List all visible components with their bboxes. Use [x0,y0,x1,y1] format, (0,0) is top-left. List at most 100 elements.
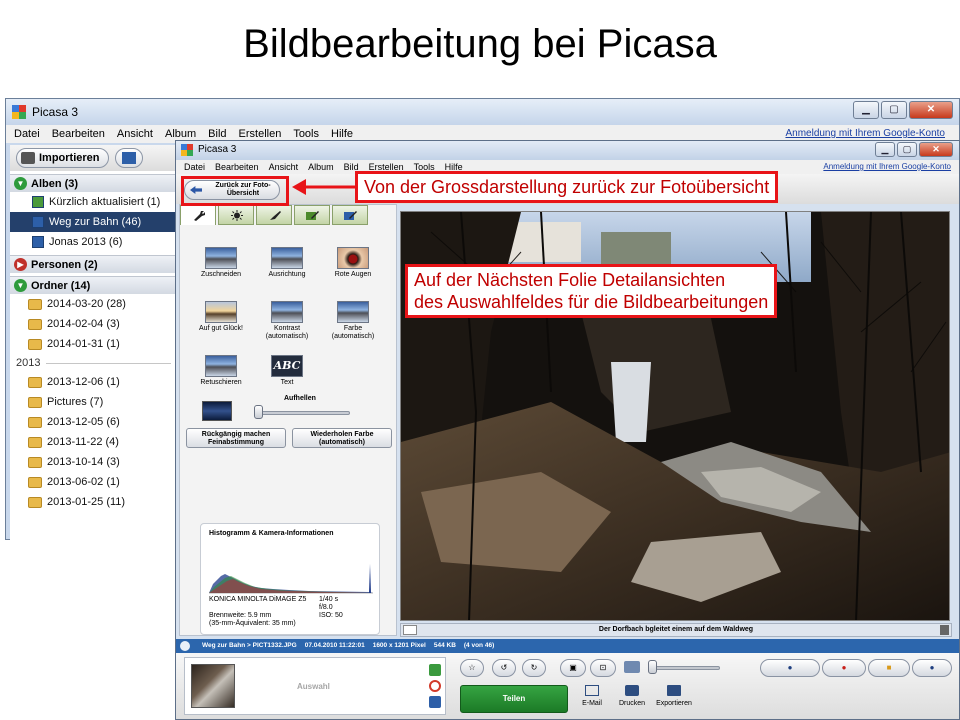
menu-album[interactable]: Album [165,128,196,140]
google-login-link[interactable]: Anmeldung mit Ihrem Google-Konto [823,162,951,171]
add-to-album-icon[interactable] [429,696,441,708]
folders-section-header[interactable]: ▼ Ordner (14) [10,276,177,294]
google-login-link[interactable]: Anmeldung mit Ihrem Google-Konto [785,128,945,139]
fit-icon: ▣ [569,663,577,672]
redo-button[interactable]: Wiederholen Farbe (automatisch) [292,428,392,448]
star-button[interactable]: ☆ [460,659,484,677]
album-label: Jonas 2013 (6) [49,236,123,248]
retouch-tool[interactable]: Retuschieren [190,355,252,395]
collapse-tray-icon[interactable] [180,641,190,651]
info-button[interactable]: ● [912,659,952,677]
iso-value: ISO: 50 [319,612,343,619]
menu-bild[interactable]: Bild [208,128,226,140]
caption-toggle-icon[interactable] [403,625,417,635]
tab-effects-2[interactable] [294,205,330,225]
text-thumb-icon: ABC [271,355,303,377]
undo-button[interactable]: Rückgängig machen Feinabstimmung [186,428,286,448]
feeling-lucky-tool[interactable]: Auf gut Glück! [190,301,252,341]
tab-effects-1[interactable] [256,205,292,225]
text-tool[interactable]: ABC Text [256,355,318,395]
minimize-button[interactable]: ▁ [853,101,879,119]
tags-button[interactable]: ■ [868,659,910,677]
folder-item[interactable]: 2013-12-05 (6) [10,412,177,432]
people-button[interactable]: ● [760,659,820,677]
folder-item[interactable]: 2013-10-14 (3) [10,452,177,472]
geotag-button[interactable]: ● [822,659,866,677]
close-button[interactable]: ✕ [919,142,953,157]
sidebar-toolbar: Importieren [10,145,177,171]
pin-icon[interactable] [429,664,441,676]
collapse-icon: ▼ [14,279,27,292]
maximize-button[interactable]: ▢ [897,142,917,157]
trash-icon[interactable] [940,625,949,635]
folder-item[interactable]: 2013-06-02 (1) [10,472,177,492]
rotate-left-button[interactable]: ↺ [492,659,516,677]
zoom-icon [624,661,640,673]
email-label: E-Mail [582,700,602,707]
folder-icon [28,416,42,428]
folder-item[interactable]: 2014-03-20 (28) [10,294,177,314]
people-section-header[interactable]: ▶ Personen (2) [10,255,177,273]
tool-label: Zuschneiden [200,271,242,278]
red-eye-tool[interactable]: Rote Augen [322,247,384,287]
auto-color-tool[interactable]: Farbe (automatisch) [322,301,384,341]
folder-item[interactable]: 2013-12-06 (1) [10,372,177,392]
folder-item[interactable]: 2014-01-31 (1) [10,334,177,354]
folders-section-label: Ordner (14) [31,279,91,292]
auto-contrast-tool[interactable]: Kontrast (automatisch) [256,301,318,341]
rotate-right-button[interactable]: ↻ [522,659,546,677]
add-album-button[interactable] [114,148,143,168]
zoom-slider[interactable] [648,660,657,674]
folder-item[interactable]: 2014-02-04 (3) [10,314,177,334]
menu-tools[interactable]: Tools [293,128,319,140]
status-dimensions: 1600 x 1201 Pixel [372,642,426,649]
tab-basic-fixes[interactable] [180,205,216,225]
menu-bearbeiten[interactable]: Bearbeiten [52,128,105,140]
menu-datei[interactable]: Datei [184,162,205,172]
menu-ansicht[interactable]: Ansicht [117,128,153,140]
sun-icon [231,210,243,221]
tab-effects-3[interactable] [332,205,368,225]
crop-tool[interactable]: Zuschneiden [190,247,252,287]
album-item-selected[interactable]: Weg zur Bahn (46) [10,212,177,232]
tool-label: Kontrast (automatisch) [265,325,309,340]
folder-item[interactable]: Pictures (7) [10,392,177,412]
import-button[interactable]: Importieren [16,148,109,168]
actual-size-button[interactable]: ⊡ [590,659,616,677]
picasa-logo-icon [181,144,193,156]
close-button[interactable]: ✕ [909,101,953,119]
tag-icon: ■ [886,663,892,672]
print-action[interactable]: Drucken [608,685,656,715]
album-item[interactable]: Kürzlich aktualisiert (1) [10,192,177,212]
menu-erstellen[interactable]: Erstellen [239,128,282,140]
menu-album[interactable]: Album [308,162,334,172]
export-action[interactable]: Exportieren [650,685,698,715]
straighten-thumb-icon [271,247,303,269]
tool-label: Retuschieren [200,379,242,386]
folder-item[interactable]: 2013-01-25 (11) [10,492,177,512]
straighten-tool[interactable]: Ausrichtung [256,247,318,287]
folder-icon [28,318,42,330]
albums-section-header[interactable]: ▼ Alben (3) [10,174,177,192]
folder-label: Pictures (7) [47,396,104,408]
menu-datei[interactable]: Datei [14,128,40,140]
album-item[interactable]: Jonas 2013 (6) [10,232,177,252]
selected-photo-thumbnail[interactable] [191,664,235,708]
minimize-button[interactable]: ▁ [875,142,895,157]
folder-item[interactable]: 2013-11-22 (4) [10,432,177,452]
caption-bar[interactable]: Der Dorfbach bgleitet einem auf dem Wald… [400,623,952,637]
menu-hilfe[interactable]: Hilfe [331,128,353,140]
fit-view-button[interactable]: ▣ [560,659,586,677]
fill-light-track[interactable] [258,411,350,415]
fill-light-slider[interactable] [254,405,263,419]
menu-ansicht[interactable]: Ansicht [269,162,299,172]
zoom-track[interactable] [654,666,720,670]
share-button[interactable]: Teilen [460,685,568,713]
maximize-button[interactable]: ▢ [881,101,907,119]
tab-tuning[interactable] [218,205,254,225]
menu-bearbeiten[interactable]: Bearbeiten [215,162,259,172]
folder-label: 2013-01-25 (11) [47,496,126,508]
folder-icon [28,376,42,388]
clear-selection-icon[interactable] [429,680,441,692]
camera-model: KONICA MINOLTA DiMAGE Z5 [209,596,307,603]
